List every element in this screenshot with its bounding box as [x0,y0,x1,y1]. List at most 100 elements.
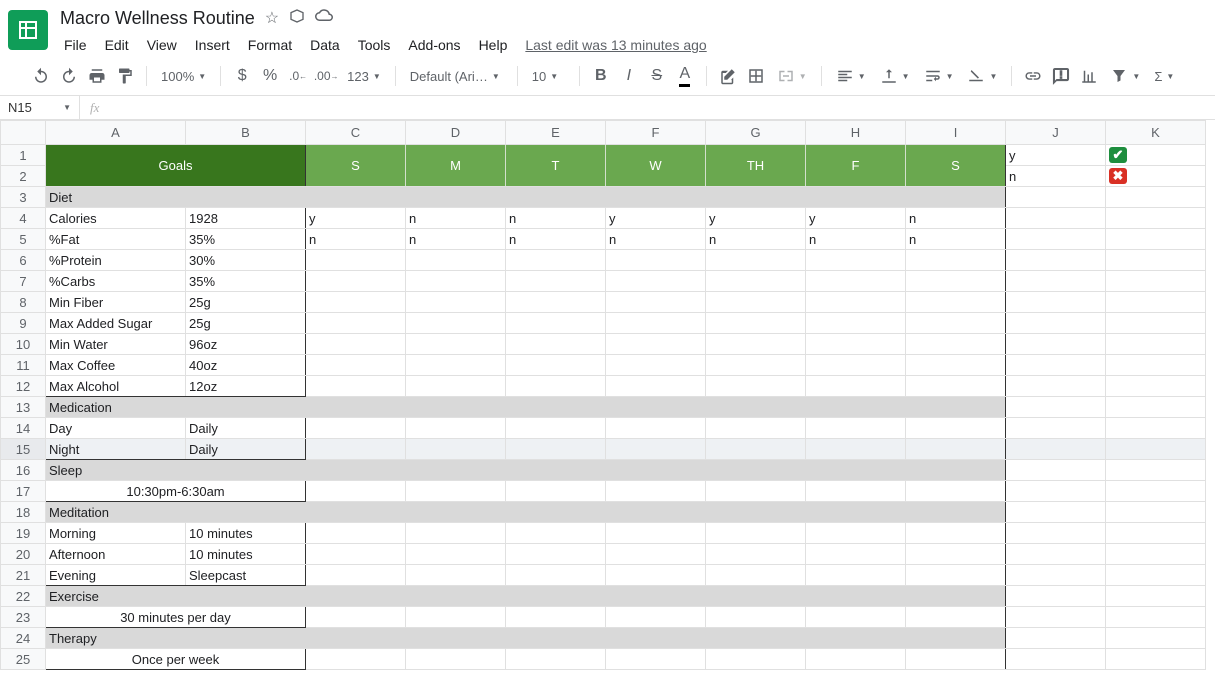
cell[interactable] [1006,292,1106,313]
cell[interactable]: 30% [186,250,306,271]
cell[interactable] [406,292,506,313]
cell[interactable] [1106,481,1206,502]
cell[interactable] [506,355,606,376]
cell[interactable] [706,523,806,544]
cell[interactable] [306,439,406,460]
cell[interactable] [406,649,506,670]
percent-button[interactable]: % [257,63,283,89]
cell[interactable]: Morning [46,523,186,544]
col-header-I[interactable]: I [906,121,1006,145]
cell[interactable] [706,418,806,439]
cell[interactable]: Night [46,439,186,460]
cell[interactable] [606,649,706,670]
cell[interactable] [906,565,1006,586]
cell[interactable] [806,292,906,313]
section-header[interactable]: Meditation [46,502,1006,523]
cell[interactable]: Sleepcast [186,565,306,586]
section-header[interactable]: Therapy [46,628,1006,649]
col-header-G[interactable]: G [706,121,806,145]
cell[interactable]: Calories [46,208,186,229]
cell[interactable] [806,439,906,460]
col-header-C[interactable]: C [306,121,406,145]
cell[interactable]: n [1006,166,1106,187]
cell[interactable] [1006,418,1106,439]
cell[interactable] [1006,502,1106,523]
cell[interactable] [306,376,406,397]
cell[interactable] [1006,481,1106,502]
cell[interactable] [506,439,606,460]
cell[interactable] [906,418,1006,439]
cell[interactable] [606,313,706,334]
cell[interactable] [1106,376,1206,397]
col-header-E[interactable]: E [506,121,606,145]
cell[interactable] [606,439,706,460]
cell[interactable] [406,439,506,460]
day-header[interactable]: M [406,145,506,187]
cell[interactable] [606,376,706,397]
cell[interactable] [406,250,506,271]
cell[interactable]: Evening [46,565,186,586]
italic-button[interactable]: I [616,63,642,89]
menu-file[interactable]: File [56,33,95,57]
cell[interactable] [1006,607,1106,628]
row-header-13[interactable]: 13 [1,397,46,418]
cell[interactable] [706,313,806,334]
cell[interactable] [806,313,906,334]
name-box[interactable]: N15▼ [0,96,80,119]
cell[interactable] [306,649,406,670]
day-header[interactable]: S [306,145,406,187]
cell[interactable] [806,355,906,376]
cell[interactable]: Daily [186,418,306,439]
menu-data[interactable]: Data [302,33,348,57]
cell[interactable] [1006,586,1106,607]
cell[interactable]: n [406,229,506,250]
cell[interactable] [1006,544,1106,565]
row-header-2[interactable]: 2 [1,166,46,187]
day-header[interactable]: TH [706,145,806,187]
cell[interactable]: Daily [186,439,306,460]
cell[interactable]: 12oz [186,376,306,397]
cell[interactable] [706,439,806,460]
cell[interactable] [1006,250,1106,271]
cell[interactable] [506,292,606,313]
cell[interactable] [606,334,706,355]
cell[interactable] [406,355,506,376]
menu-edit[interactable]: Edit [97,33,137,57]
cell[interactable] [706,544,806,565]
fill-color-button[interactable] [715,63,741,89]
cell[interactable] [1106,607,1206,628]
cell[interactable]: n [506,229,606,250]
halign-button[interactable]: ▼ [830,63,872,89]
col-header-B[interactable]: B [186,121,306,145]
cell[interactable] [1106,628,1206,649]
cell[interactable] [906,481,1006,502]
cell[interactable] [406,607,506,628]
cell[interactable] [806,544,906,565]
section-header[interactable]: Exercise [46,586,1006,607]
cell[interactable] [906,250,1006,271]
row-header-6[interactable]: 6 [1,250,46,271]
cell[interactable] [1106,397,1206,418]
row-header-18[interactable]: 18 [1,502,46,523]
cell[interactable] [806,418,906,439]
menu-format[interactable]: Format [240,33,300,57]
cell[interactable]: Max Coffee [46,355,186,376]
cell[interactable]: 30 minutes per day [46,607,306,628]
cell[interactable] [906,355,1006,376]
row-header-24[interactable]: 24 [1,628,46,649]
cell[interactable] [1006,271,1106,292]
cell[interactable]: n [906,208,1006,229]
cell[interactable] [306,271,406,292]
col-header-D[interactable]: D [406,121,506,145]
cell[interactable]: 10:30pm-6:30am [46,481,306,502]
cell[interactable] [1106,292,1206,313]
cell[interactable]: n [606,229,706,250]
cell[interactable]: y [706,208,806,229]
cell[interactable]: n [706,229,806,250]
day-header[interactable]: F [806,145,906,187]
cell[interactable] [706,355,806,376]
cell[interactable] [606,292,706,313]
doc-title[interactable]: Macro Wellness Routine [60,8,255,29]
cell[interactable]: %Protein [46,250,186,271]
row-header-1[interactable]: 1 [1,145,46,166]
